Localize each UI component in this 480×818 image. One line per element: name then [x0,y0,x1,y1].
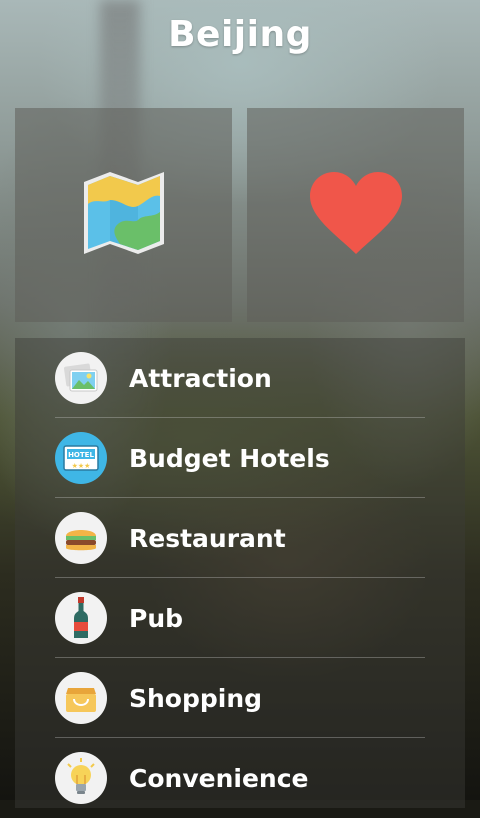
list-item-attraction[interactable]: Attraction [55,338,425,418]
map-icon [82,170,166,260]
heart-icon [308,170,404,260]
list-item-label: Convenience [129,763,309,793]
list-item-label: Pub [129,603,184,633]
map-tile[interactable] [15,108,232,322]
list-item-label: Attraction [129,363,272,393]
category-list: Attraction HOTEL ★★★ Budget Hotels Resta… [15,338,465,808]
list-item-convenience[interactable]: Convenience [55,738,425,818]
list-item-label: Budget Hotels [129,443,330,473]
shopping-bag-icon [55,672,107,724]
svg-text:★★★: ★★★ [72,462,91,470]
favorites-tile[interactable] [247,108,464,322]
hotel-sign-icon: HOTEL ★★★ [55,432,107,484]
wine-bottle-icon [55,592,107,644]
list-item-label: Shopping [129,683,263,713]
burger-icon [55,512,107,564]
list-item-restaurant[interactable]: Restaurant [55,498,425,578]
lightbulb-icon [55,752,107,804]
page-title: Beijing [168,14,312,55]
list-item-label: Restaurant [129,523,286,553]
photo-icon [55,352,107,404]
list-item-pub[interactable]: Pub [55,578,425,658]
svg-text:HOTEL: HOTEL [68,451,94,459]
list-item-shopping[interactable]: Shopping [55,658,425,738]
list-item-budget-hotels[interactable]: HOTEL ★★★ Budget Hotels [55,418,425,498]
